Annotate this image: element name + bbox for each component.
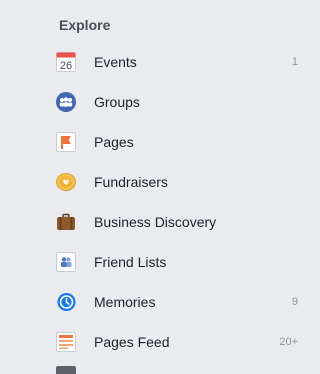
sidebar-item-label: Fundraisers bbox=[94, 174, 168, 190]
pages-feed-icon bbox=[56, 332, 76, 352]
sidebar-item-events[interactable]: 26 Events 1 bbox=[46, 45, 308, 79]
heart-coin-icon bbox=[56, 172, 76, 192]
calendar-day-number: 26 bbox=[60, 60, 72, 72]
notification-count: 1 bbox=[291, 56, 298, 68]
section-title-explore: Explore bbox=[59, 17, 111, 33]
sidebar-item-label: Pages bbox=[94, 134, 134, 150]
sidebar-item-label: Friend Lists bbox=[94, 254, 167, 270]
sidebar-item-friend-lists[interactable]: Friend Lists bbox=[46, 245, 308, 279]
sidebar-item-label: Groups bbox=[94, 94, 140, 110]
calendar-icon: 26 bbox=[56, 52, 76, 72]
flag-icon bbox=[56, 132, 76, 152]
sidebar-item-label: Events bbox=[94, 54, 137, 70]
sidebar-item-pages-feed[interactable]: Pages Feed 20+ bbox=[46, 325, 308, 359]
clock-rewind-icon bbox=[56, 292, 76, 312]
sidebar-item-memories[interactable]: Memories 9 bbox=[46, 285, 308, 319]
sidebar-item-fundraisers[interactable]: Fundraisers bbox=[46, 165, 308, 199]
sidebar-item-label: Business Discovery bbox=[94, 214, 217, 230]
friend-list-icon bbox=[56, 252, 76, 272]
explore-sidebar: Explore 26 Events 1 Groups Pages Fundrai… bbox=[0, 0, 319, 374]
next-item-icon-partial bbox=[56, 366, 76, 374]
groups-icon bbox=[56, 92, 76, 112]
sidebar-item-pages[interactable]: Pages bbox=[46, 125, 308, 159]
notification-count: 9 bbox=[291, 296, 298, 308]
sidebar-item-groups[interactable]: Groups bbox=[46, 85, 308, 119]
notification-count: 20+ bbox=[279, 336, 298, 348]
sidebar-item-label: Memories bbox=[94, 294, 156, 310]
sidebar-item-business-discovery[interactable]: Business Discovery bbox=[46, 205, 308, 239]
briefcase-icon bbox=[56, 212, 76, 232]
sidebar-item-label: Pages Feed bbox=[94, 334, 170, 350]
